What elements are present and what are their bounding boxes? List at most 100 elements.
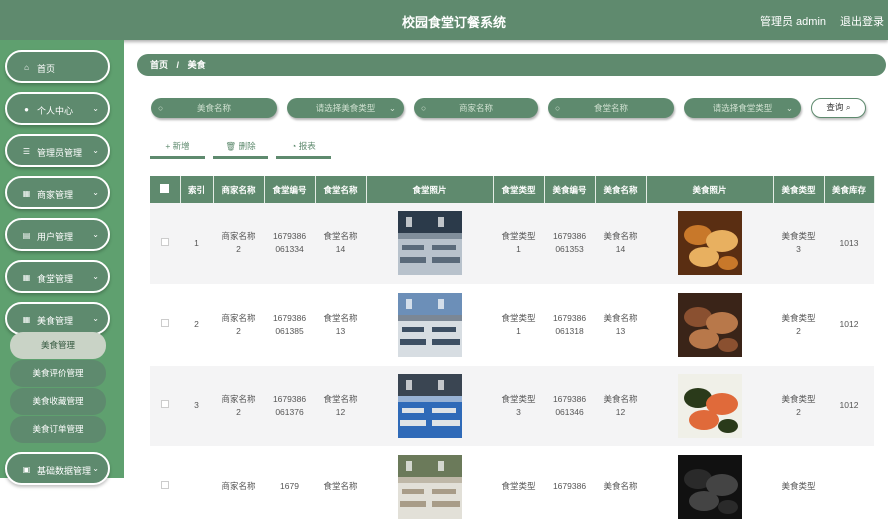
chart-icon: ◔ (291, 141, 299, 151)
table-cell (366, 284, 493, 366)
top-bar: 校园食堂订餐系统 管理员 admin 退出登录 (0, 0, 888, 40)
table-cell (150, 446, 180, 528)
canteen-name-input[interactable]: ○ 食堂名称 (548, 98, 674, 118)
search-icon: ○ (555, 103, 561, 113)
submenu-item-0[interactable]: 美食管理 (10, 332, 106, 359)
column-header: 美食类型 (773, 176, 825, 203)
table-cell (150, 284, 180, 366)
sidebar-item-3[interactable]: ▦ 商家管理 ⌄ (5, 176, 110, 209)
table-cell-canteen_no: 1679 (264, 446, 315, 528)
row-checkbox[interactable] (161, 481, 169, 489)
table-cell-ctype: 食堂类型 (493, 446, 544, 528)
query-button[interactable]: 查询 ⌕ (811, 98, 866, 118)
grid-icon: ▦ (22, 273, 31, 282)
sidebar-item-0[interactable]: ⌂ 首页 (5, 50, 110, 83)
sidebar-item-label: 美食管理 (37, 316, 74, 326)
table-cell-canteen: 食堂名称 14 (315, 203, 366, 285)
canteen-photo[interactable] (397, 211, 462, 276)
canteen-photo[interactable] (397, 373, 462, 438)
row-checkbox[interactable] (161, 319, 169, 327)
table-cell (646, 446, 773, 528)
table-cell-food_no: 1679386 061346 (544, 365, 595, 447)
report-button[interactable]: ◔ 报表 (276, 139, 331, 159)
chevron-down-icon: ⌄ (785, 103, 793, 113)
canteen-name-placeholder: 食堂名称 (593, 103, 628, 113)
table-cell-stock: 1013 (824, 203, 874, 285)
food-photo[interactable] (677, 454, 742, 519)
table-cell-food_no: 1679386 061318 (544, 284, 595, 366)
canteen-photo[interactable] (397, 292, 462, 357)
table-cell (366, 446, 493, 528)
submenu-item-3[interactable]: 美食订单管理 (10, 416, 106, 443)
delete-button[interactable]: 🗑 删除 (213, 139, 268, 159)
row-checkbox[interactable] (161, 400, 169, 408)
table-cell-ctype: 食堂类型 3 (493, 365, 544, 447)
submenu-item-2[interactable]: 美食收藏管理 (10, 388, 106, 415)
sidebar-item-1[interactable]: ● 个人中心 ⌄ (5, 92, 110, 125)
sidebar-item-4[interactable]: ▤ 用户管理 ⌄ (5, 218, 110, 251)
food-photo[interactable] (677, 211, 742, 276)
table-cell-canteen_no: 1679386 061376 (264, 365, 315, 447)
column-header: 索引 (180, 176, 214, 203)
search-icon: ○ (421, 103, 427, 113)
sidebar-item-label: 用户管理 (37, 232, 74, 242)
food-name-input[interactable]: ○ 美食名称 (151, 98, 277, 118)
search-icon: ⌕ (845, 102, 851, 112)
table-cell-idx: 3 (180, 365, 213, 447)
table-cell-ctype: 食堂类型 1 (493, 284, 544, 366)
sidebar-item-5[interactable]: ▦ 食堂管理 ⌄ (5, 260, 110, 293)
table-cell-food_no: 1679386 061353 (544, 203, 595, 285)
table-cell-canteen_no: 1679386 061334 (264, 203, 315, 285)
table-cell-ftype: 美食类型 (773, 446, 824, 528)
select-all-checkbox[interactable] (160, 184, 170, 193)
column-header: 美食照片 (646, 176, 774, 203)
canteen-type-select[interactable]: 请选择食堂类型 ⌄ (684, 98, 801, 118)
table-cell-canteen: 食堂名称 (315, 446, 366, 528)
logout-link[interactable]: 退出登录 (840, 13, 884, 29)
report-label: 报表 (298, 141, 316, 151)
table-cell (646, 284, 773, 366)
app-title: 校园食堂订餐系统 (401, 15, 506, 30)
table-row[interactable]: 商家名称 1679 食堂名称 食堂类型 1679386 美食名称 美食类型 (150, 446, 874, 528)
table-cell-merchant: 商家名称 2 (213, 284, 264, 366)
chevron-down-icon: ⌄ (92, 230, 99, 239)
home-icon: ⌂ (24, 63, 29, 72)
food-photo[interactable] (677, 373, 742, 438)
sidebar-item-label: 商家管理 (37, 190, 74, 200)
row-checkbox[interactable] (161, 237, 169, 246)
sidebar-item-6[interactable]: ▦ 美食管理 ⌄ (5, 302, 110, 335)
add-button[interactable]: + 新增 (150, 139, 205, 159)
merchant-name-input[interactable]: ○ 商家名称 (414, 98, 538, 118)
table-icon: ▦ (22, 315, 31, 324)
sidebar-item-2[interactable]: ☰ 管理员管理 ⌄ (5, 134, 110, 167)
column-header: 美食编号 (544, 176, 596, 203)
table-cell (366, 203, 493, 285)
table-row[interactable]: 2 商家名称 2 1679386 061385 食堂名称 13 食堂类型 1 16793… (150, 284, 874, 366)
sidebar-item-label: 管理员管理 (37, 148, 83, 158)
table-row[interactable]: 3 商家名称 2 1679386 061376 食堂名称 12 食堂类型 3 16793… (150, 365, 874, 447)
food-photo[interactable] (677, 292, 742, 357)
table-cell-food: 美食名称 14 (595, 203, 646, 285)
trash-icon: 🗑 (225, 141, 239, 151)
table-cell-merchant: 商家名称 (213, 446, 264, 528)
breadcrumb-home[interactable]: 首页 (150, 60, 168, 70)
table-row[interactable]: 1 商家名称 2 1679386 061334 食堂名称 14 食堂类型 1 16793… (150, 203, 874, 285)
delete-label: 删除 (238, 141, 256, 151)
submenu: 美食管理 美食评价管理 美食收藏管理 美食订单管理 (8, 332, 106, 444)
table-cell (646, 203, 773, 285)
add-label: 新增 (172, 141, 190, 151)
user-label[interactable]: 管理员 admin (760, 13, 826, 29)
sidebar-item-label: 食堂管理 (37, 274, 74, 284)
food-type-select[interactable]: 请选择美食类型 ⌄ (287, 98, 404, 118)
table-cell-stock: 1012 (824, 284, 874, 366)
chevron-down-icon: ⌄ (92, 314, 99, 323)
sidebar-item-label: 基础数据管理 (37, 466, 92, 476)
column-header: 食堂类型 (493, 176, 545, 203)
canteen-photo[interactable] (397, 454, 462, 519)
canteen-type-placeholder: 请选择食堂类型 (712, 103, 773, 113)
submenu-item-1[interactable]: 美食评价管理 (10, 360, 106, 387)
table-cell-stock: 1012 (824, 365, 874, 447)
plus-icon: + (165, 141, 173, 151)
table-cell-canteen: 食堂名称 13 (315, 284, 366, 366)
sidebar-item-7[interactable]: ▣ 基础数据管理 ⌄ (5, 452, 110, 485)
